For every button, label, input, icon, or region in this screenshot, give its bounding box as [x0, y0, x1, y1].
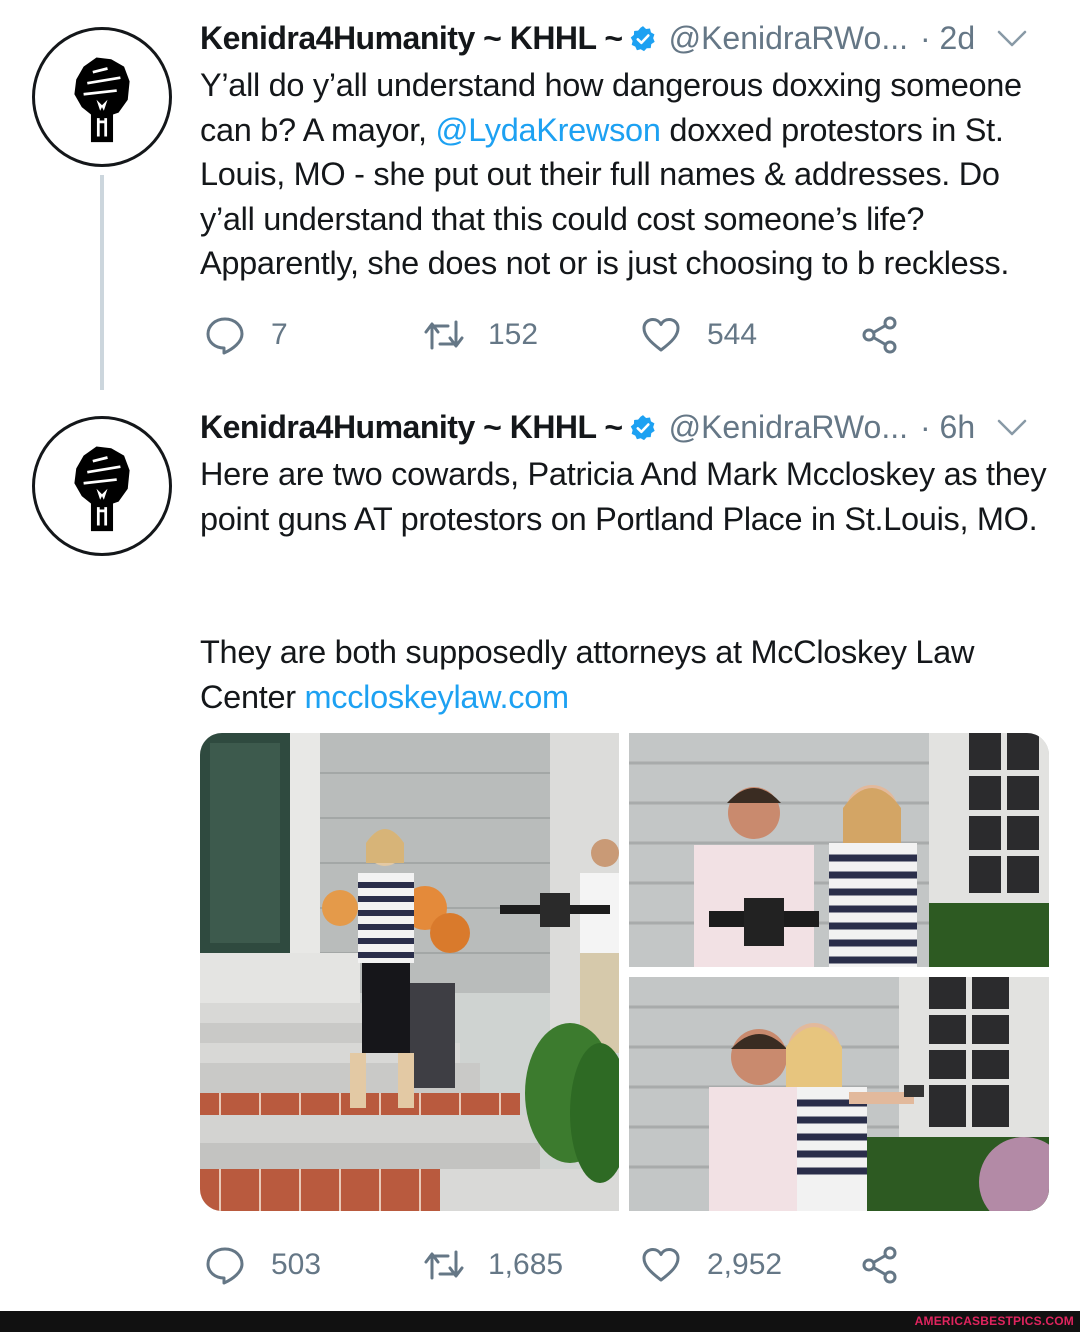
- share-icon: [860, 1245, 900, 1285]
- reply-icon: [205, 1245, 245, 1285]
- heart-icon: [641, 317, 681, 353]
- raised-fist-icon: [56, 435, 148, 537]
- share-button[interactable]: [860, 310, 900, 360]
- like-count: 544: [707, 318, 758, 351]
- tweet-actions: 7 152 544: [205, 310, 925, 360]
- display-name[interactable]: Kenidra4Humanity ~ KHHL ~: [200, 20, 623, 57]
- chevron-down-icon[interactable]: [997, 30, 1027, 48]
- tweet-header: Kenidra4Humanity ~ KHHL ~ @KenidraRWo...…: [200, 20, 1027, 57]
- user-handle[interactable]: @KenidraRWo...: [669, 20, 908, 57]
- avatar[interactable]: [32, 27, 172, 167]
- retweet-count: 152: [488, 318, 539, 351]
- reply-count: 503: [271, 1248, 322, 1281]
- photo-3[interactable]: [629, 977, 1049, 1211]
- photo-2[interactable]: [629, 733, 1049, 967]
- thread-connector-line: [100, 175, 104, 390]
- raised-fist-icon: [56, 46, 148, 148]
- tweet-actions: 503 1,685 2,952: [205, 1240, 925, 1290]
- retweet-count: 1,685: [488, 1248, 564, 1281]
- display-name[interactable]: Kenidra4Humanity ~ KHHL ~: [200, 409, 623, 446]
- like-button[interactable]: 544: [641, 310, 757, 360]
- timestamp[interactable]: · 2d: [920, 20, 975, 57]
- verified-badge-icon: [629, 414, 657, 442]
- reply-button[interactable]: 503: [205, 1240, 321, 1290]
- media-grid: [200, 733, 1049, 1211]
- chevron-down-icon[interactable]: [997, 419, 1027, 437]
- retweet-icon: [422, 1248, 466, 1282]
- watermark-text: AMERICASBESTPICS.COM: [914, 1314, 1074, 1328]
- like-button[interactable]: 2,952: [641, 1240, 782, 1290]
- share-icon: [860, 315, 900, 355]
- share-button[interactable]: [860, 1240, 900, 1290]
- reply-button[interactable]: 7: [205, 310, 288, 360]
- timestamp[interactable]: · 6h: [920, 409, 975, 446]
- tweet-text-paragraph-1: Here are two cowards, Patricia And Mark …: [200, 456, 1047, 537]
- tweet-text: Y’all do y’all understand how dangerous …: [200, 67, 1022, 281]
- reply-icon: [205, 315, 245, 355]
- retweet-button[interactable]: 152: [422, 310, 538, 360]
- heart-icon: [641, 1247, 681, 1283]
- tweet-header: Kenidra4Humanity ~ KHHL ~ @KenidraRWo...…: [200, 409, 1027, 446]
- verified-badge-icon: [629, 25, 657, 53]
- like-count: 2,952: [707, 1248, 783, 1281]
- avatar[interactable]: [32, 416, 172, 556]
- retweet-icon: [422, 318, 466, 352]
- url-link[interactable]: mccloskeylaw.com: [304, 679, 569, 715]
- user-handle[interactable]: @KenidraRWo...: [669, 409, 908, 446]
- photo-1[interactable]: [200, 733, 619, 1211]
- watermark-bar: AMERICASBESTPICS.COM: [0, 1311, 1080, 1332]
- retweet-button[interactable]: 1,685: [422, 1240, 563, 1290]
- mention-link[interactable]: @LydaKrewson: [436, 112, 661, 148]
- tweet-text-paragraph-2: They are both supposedly attorneys at Mc…: [200, 634, 975, 715]
- reply-count: 7: [271, 318, 288, 351]
